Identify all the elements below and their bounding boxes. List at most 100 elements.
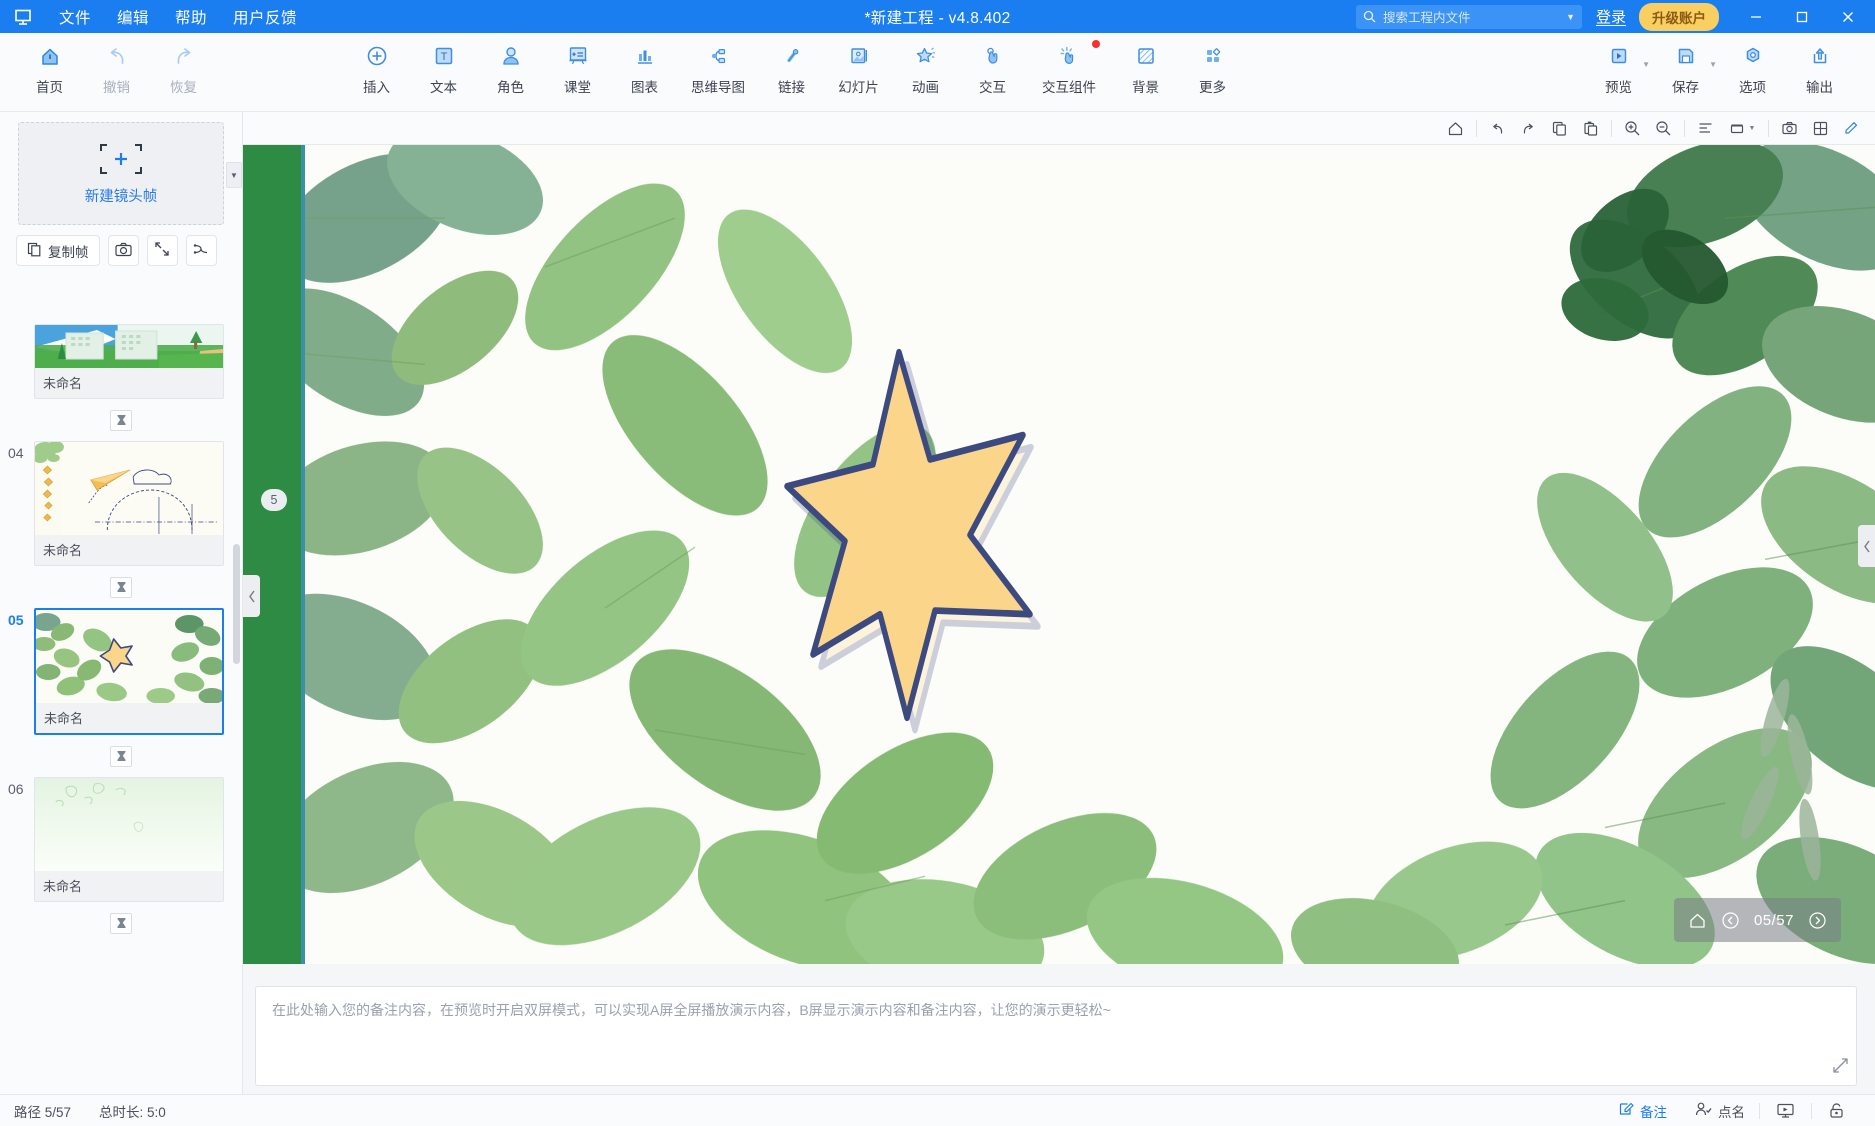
fit-frame-button[interactable]: [146, 235, 178, 266]
ribbon-label: 交互组件: [1042, 80, 1096, 95]
chevron-down-icon[interactable]: ▼: [1642, 60, 1650, 69]
camera-button[interactable]: [107, 235, 139, 266]
canvas-pager[interactable]: 05/57: [1673, 898, 1841, 942]
lock-icon[interactable]: [1812, 1102, 1861, 1119]
ribbon-button-interact[interactable]: 交互: [959, 33, 1026, 96]
slide-scroll-area[interactable]: 未命名 04 未命名 05 未命名 06 未命名: [0, 274, 242, 1094]
duplicate-frame-button[interactable]: 复制帧: [16, 235, 100, 266]
grid-layout-icon[interactable]: [1805, 115, 1836, 142]
ribbon-button-undo[interactable]: 撤销: [83, 33, 150, 96]
new-frame-area: 新建镜头帧 ▼: [0, 112, 242, 225]
search-input[interactable]: 搜索工程内文件 ▼: [1355, 4, 1582, 29]
menu-item-edit[interactable]: 编辑: [104, 2, 162, 32]
layer-icon[interactable]: ▼: [1721, 115, 1763, 142]
prev-circle-icon[interactable]: [1721, 911, 1740, 930]
hourglass-icon[interactable]: [110, 912, 132, 934]
toolbar-divider: [1476, 119, 1477, 137]
ribbon-button-mindmap[interactable]: 思维导图: [678, 33, 758, 96]
ribbon-button-export[interactable]: 输出: [1786, 33, 1853, 96]
zoom-in-icon[interactable]: [1617, 115, 1648, 142]
hourglass-icon[interactable]: [110, 409, 132, 431]
new-frame-dropdown[interactable]: ▼: [226, 162, 242, 188]
home-small-icon[interactable]: [1688, 911, 1707, 930]
maximize-icon[interactable]: [1779, 0, 1825, 33]
edit-pencil-icon[interactable]: [1836, 115, 1867, 142]
list-item[interactable]: 未命名: [0, 324, 242, 399]
toolbar-divider: [1611, 119, 1612, 137]
ribbon-button-character[interactable]: 角色: [477, 33, 544, 96]
slide-list-scrollbar[interactable]: [233, 394, 240, 1004]
chevron-down-icon[interactable]: ▼: [1709, 60, 1717, 69]
ribbon-button-link[interactable]: 链接: [758, 33, 825, 96]
ribbon-label: 预览: [1605, 80, 1632, 95]
list-item[interactable]: 06 未命名: [0, 777, 242, 902]
presenter-screen-icon[interactable]: [1760, 1102, 1811, 1119]
menu-item-file[interactable]: 文件: [46, 2, 104, 32]
ribbon-label: 课堂: [564, 80, 591, 95]
canvas-stage[interactable]: 5 05/57: [243, 145, 1875, 978]
ribbon-button-insert[interactable]: 插入: [343, 33, 410, 96]
ribbon-button-text[interactable]: T 文本: [410, 33, 477, 96]
hourglass-icon[interactable]: [110, 576, 132, 598]
ribbon-button-home[interactable]: 首页: [16, 33, 83, 96]
notes-input[interactable]: 在此处输入您的备注内容，在预览时开启双屏模式，可以实现A屏全屏播放演示内容，B屏…: [255, 986, 1857, 1086]
slide-card[interactable]: 未命名: [34, 441, 224, 566]
reorder-button[interactable]: [185, 235, 217, 266]
upgrade-account-button[interactable]: 升级账户: [1639, 2, 1719, 31]
ribbon-button-preview[interactable]: ▼ 预览: [1585, 33, 1652, 96]
list-item[interactable]: 05 未命名: [0, 608, 242, 735]
slide-card[interactable]: 未命名: [34, 324, 224, 399]
slide-list[interactable]: 未命名 04 未命名 05 未命名 06 未命名: [0, 274, 242, 1094]
app-window: 文件 编辑 帮助 用户反馈 *新建工程 - v4.8.402 搜索工程内文件 ▼…: [0, 0, 1875, 1126]
ribbon-label: 幻灯片: [838, 80, 879, 95]
slide-canvas[interactable]: 5 05/57: [243, 145, 1875, 964]
minimize-icon[interactable]: [1733, 0, 1779, 33]
roll-call-button[interactable]: 点名: [1681, 1101, 1759, 1121]
new-frame-button[interactable]: 新建镜头帧: [18, 122, 224, 225]
titlebar-right-controls: 搜索工程内文件 ▼ 登录 升级账户: [1355, 0, 1875, 33]
menu-item-help[interactable]: 帮助: [162, 2, 220, 32]
list-item[interactable]: 04 未命名: [0, 441, 242, 566]
paste-icon[interactable]: [1575, 115, 1606, 142]
search-icon: [1363, 10, 1376, 23]
ribbon-button-options[interactable]: 选项: [1719, 33, 1786, 96]
slide-card[interactable]: 未命名: [34, 608, 224, 735]
close-icon[interactable]: [1825, 0, 1871, 33]
copy-icon[interactable]: [1544, 115, 1575, 142]
hourglass-icon[interactable]: [110, 745, 132, 767]
chevron-down-icon[interactable]: ▼: [1566, 12, 1575, 22]
ribbon-button-slide[interactable]: 幻灯片: [825, 33, 892, 96]
home-outline-icon[interactable]: [1440, 115, 1471, 142]
ribbon-label: 输出: [1806, 80, 1833, 95]
new-frame-label: 新建镜头帧: [84, 189, 158, 205]
collapse-right-panel-button[interactable]: [1858, 525, 1875, 567]
ribbon-button-save[interactable]: ▼ 保存: [1652, 33, 1719, 96]
ribbon-label: 恢复: [170, 80, 197, 95]
notes-toggle-label: 备注: [1640, 1104, 1667, 1120]
menu-item-feedback[interactable]: 用户反馈: [220, 2, 310, 32]
next-circle-icon[interactable]: [1808, 911, 1827, 930]
slide-image-icon: [846, 42, 872, 70]
redo-arrow-icon[interactable]: [1513, 115, 1544, 142]
expand-icon[interactable]: [1833, 1058, 1848, 1078]
scrollbar-thumb[interactable]: [233, 544, 240, 664]
align-icon[interactable]: [1690, 115, 1721, 142]
login-link[interactable]: 登录: [1596, 6, 1626, 27]
ribbon-button-background[interactable]: 背景: [1112, 33, 1179, 96]
zoom-out-icon[interactable]: [1648, 115, 1679, 142]
ribbon-button-redo[interactable]: 恢复: [150, 33, 217, 96]
ribbon-button-chart[interactable]: 图表: [611, 33, 678, 96]
notes-toggle-button[interactable]: 备注: [1604, 1101, 1681, 1121]
ribbon-button-interactive-component[interactable]: 交互组件: [1026, 33, 1112, 96]
frame-tools: 复制帧: [0, 225, 242, 274]
slide-card[interactable]: 未命名: [34, 777, 224, 902]
camera-shot-icon[interactable]: [1774, 115, 1805, 142]
slide-number: 05: [8, 612, 24, 628]
ribbon-button-more[interactable]: 更多: [1179, 33, 1246, 96]
collapse-left-panel-button[interactable]: [243, 575, 260, 617]
undo-arrow-icon[interactable]: [1482, 115, 1513, 142]
ribbon-right-group: ▼ 预览 ▼ 保存 选项 输出: [1585, 33, 1853, 96]
ribbon-button-classroom[interactable]: 课堂: [544, 33, 611, 96]
ribbon-button-animation[interactable]: 动画: [892, 33, 959, 96]
options-gear-icon: [1740, 42, 1766, 70]
